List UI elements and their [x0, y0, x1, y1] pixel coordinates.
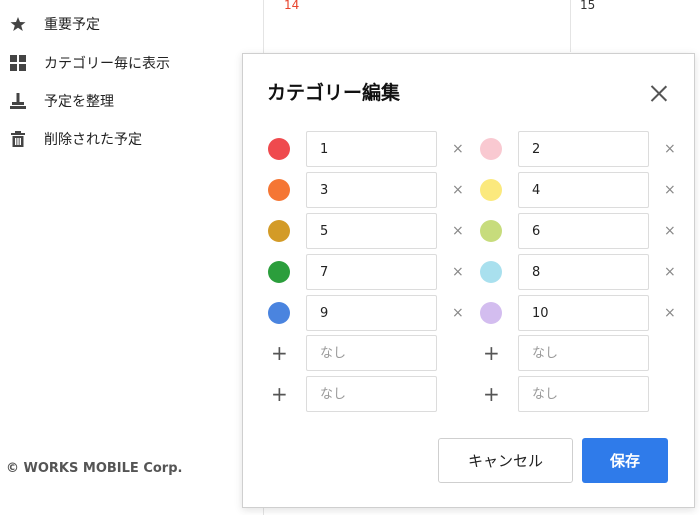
category-row: × [480, 172, 690, 208]
color-swatch[interactable] [480, 220, 502, 242]
category-name-input[interactable] [518, 213, 649, 249]
copyright-footer: © WORKS MOBILE Corp. [6, 461, 183, 476]
plus-icon[interactable]: + [483, 382, 500, 406]
calendar-divider [570, 0, 571, 52]
delete-category-icon[interactable]: × [452, 180, 464, 200]
plus-icon[interactable]: + [271, 382, 288, 406]
calendar-date-15[interactable]: 15 [580, 0, 595, 12]
sidebar-item-organize[interactable]: 予定を整理 [10, 89, 114, 113]
sidebar-item-label: カテゴリー毎に表示 [44, 56, 170, 72]
color-swatch[interactable] [480, 179, 502, 201]
save-button[interactable]: 保存 [582, 438, 668, 483]
category-row: × [480, 213, 690, 249]
color-swatch[interactable] [268, 179, 290, 201]
sidebar-item-label: 重要予定 [44, 17, 100, 33]
category-row: × [480, 131, 690, 167]
delete-category-icon[interactable]: × [664, 139, 676, 159]
category-name-input[interactable] [306, 172, 437, 208]
category-name-input[interactable] [518, 295, 649, 331]
delete-category-icon[interactable]: × [452, 303, 464, 323]
category-row: × [268, 254, 478, 290]
color-swatch[interactable] [268, 138, 290, 160]
delete-category-icon[interactable]: × [452, 139, 464, 159]
color-swatch[interactable] [268, 302, 290, 324]
delete-category-icon[interactable]: × [664, 221, 676, 241]
new-category-input[interactable] [518, 335, 649, 371]
category-name-input[interactable] [518, 172, 649, 208]
color-swatch[interactable] [480, 302, 502, 324]
plus-icon[interactable]: + [483, 341, 500, 365]
broom-icon [10, 93, 26, 109]
sidebar-item-deleted[interactable]: 削除された予定 [10, 127, 142, 151]
category-name-input[interactable] [518, 131, 649, 167]
category-row: × [268, 213, 478, 249]
sidebar-item-label: 削除された予定 [44, 132, 142, 148]
star-icon [10, 16, 26, 32]
category-row: × [268, 172, 478, 208]
category-name-input[interactable] [306, 213, 437, 249]
delete-category-icon[interactable]: × [664, 303, 676, 323]
trash-icon [10, 131, 26, 147]
calendar-date-14[interactable]: 14 [284, 0, 299, 12]
close-icon[interactable] [647, 82, 671, 106]
category-edit-dialog: カテゴリー編集 × × × × × × × × [242, 53, 695, 508]
category-row: × [268, 295, 478, 331]
category-name-input[interactable] [306, 295, 437, 331]
delete-category-icon[interactable]: × [452, 221, 464, 241]
cancel-button[interactable]: キャンセル [438, 438, 573, 483]
new-category-input[interactable] [306, 335, 437, 371]
sidebar: 重要予定 カテゴリー毎に表示 予定を整理 削除された予定 © WORKS MOB… [0, 0, 263, 515]
new-category-input[interactable] [518, 376, 649, 412]
new-category-input[interactable] [306, 376, 437, 412]
new-category-row: + [268, 335, 478, 371]
category-name-input[interactable] [306, 131, 437, 167]
category-row: × [480, 295, 690, 331]
new-category-row: + [480, 335, 690, 371]
plus-icon[interactable]: + [271, 341, 288, 365]
sidebar-item-by-category[interactable]: カテゴリー毎に表示 [10, 51, 170, 75]
dialog-title: カテゴリー編集 [267, 82, 401, 104]
sidebar-item-important[interactable]: 重要予定 [10, 12, 100, 36]
new-category-row: + [480, 376, 690, 412]
grid-icon [10, 55, 26, 71]
category-row: × [268, 131, 478, 167]
sidebar-item-label: 予定を整理 [44, 94, 114, 110]
delete-category-icon[interactable]: × [664, 262, 676, 282]
category-name-input[interactable] [306, 254, 437, 290]
color-swatch[interactable] [480, 261, 502, 283]
color-swatch[interactable] [268, 220, 290, 242]
color-swatch[interactable] [268, 261, 290, 283]
new-category-row: + [268, 376, 478, 412]
delete-category-icon[interactable]: × [664, 180, 676, 200]
delete-category-icon[interactable]: × [452, 262, 464, 282]
category-row: × [480, 254, 690, 290]
color-swatch[interactable] [480, 138, 502, 160]
category-name-input[interactable] [518, 254, 649, 290]
